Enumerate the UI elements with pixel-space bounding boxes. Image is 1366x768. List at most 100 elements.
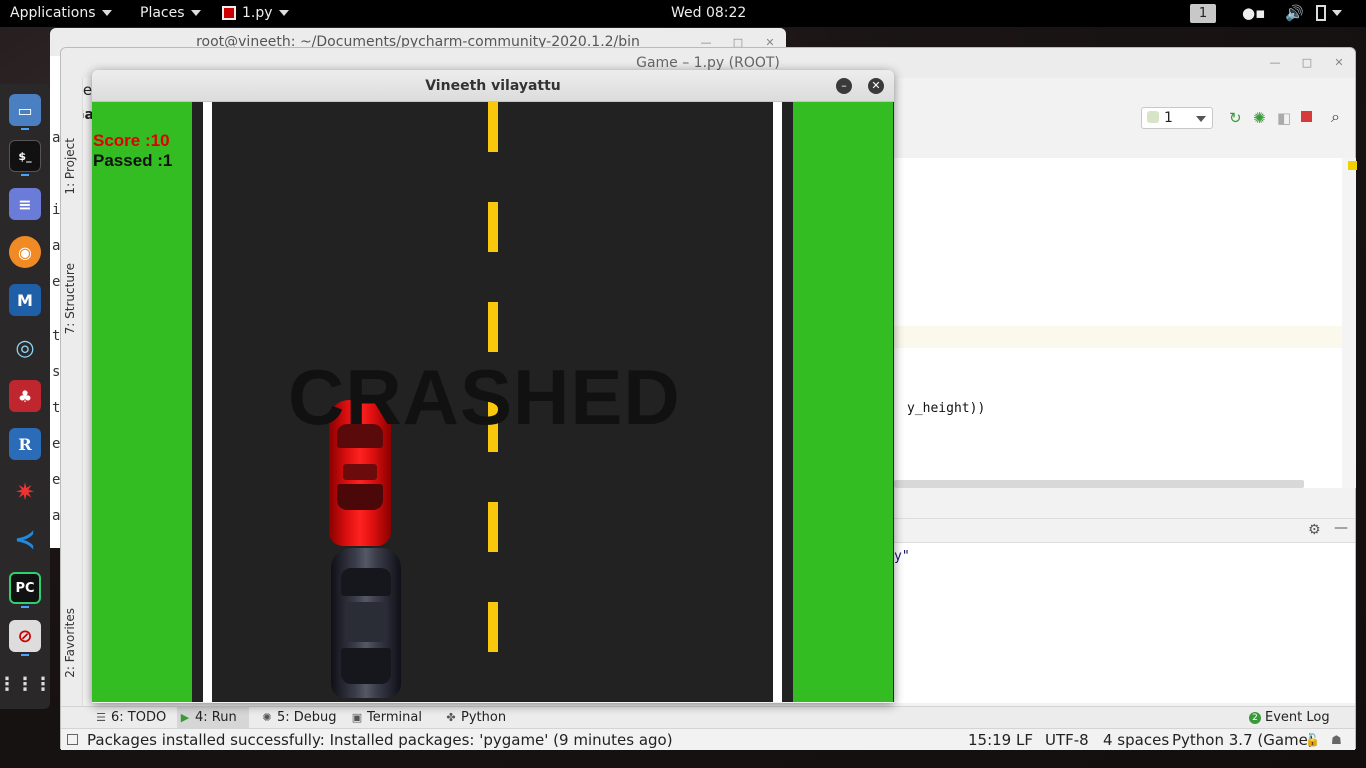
status-bar: Packages installed successfully: Install… [61,728,1355,750]
lane-dash [488,302,498,352]
hide-panel-icon[interactable]: — [1334,520,1348,536]
tab-debug[interactable]: ✺ 5: Debug [259,707,339,729]
places-label: Places [140,5,185,21]
tab-todo-label: 6: TODO [111,710,167,725]
run-config-select[interactable]: 1 [1141,107,1213,129]
vscode-icon[interactable]: ≺ [9,524,41,556]
workspace-indicator[interactable]: 1 [1190,4,1216,23]
chevron-down-icon [190,10,201,16]
stop-icon[interactable] [1301,111,1312,122]
tab-debug-label: 5: Debug [277,710,337,725]
dock: ▭ $_ ≡ ◉ M ◎ ♣ R ✷ ≺ PC ⊘ ⋮⋮⋮ [0,84,52,709]
pycharm-icon[interactable]: PC [9,572,41,604]
inspector-icon[interactable]: ☗ [1331,729,1342,751]
app-icon [222,6,236,20]
files-icon[interactable]: ▭ [9,94,41,126]
lock-icon[interactable]: 🔓 [1305,729,1320,751]
python-console-icon: ✤ [446,711,456,724]
running-indicator [21,174,29,176]
tab-todo[interactable]: ☰ 6: TODO [93,707,175,729]
tab-favorites[interactable]: 2: Favorites [63,608,77,678]
rear-window [341,648,391,684]
eye-icon[interactable]: ◎ [9,332,41,364]
event-log-count: 2 [1249,712,1261,724]
active-app-menu[interactable]: 1.py [222,0,289,27]
lane-dash [488,602,498,652]
tool-window-strip: 1: Project 7: Structure 2: Favorites [61,78,83,706]
rear-window [337,484,383,510]
coverage-icon[interactable]: ◧ [1277,109,1291,127]
cherrytree-icon[interactable]: ♣ [9,380,41,412]
game-titlebar[interactable]: Vineeth vilayattu – ✕ [92,70,894,102]
top-panel: Applications Places 1.py Wed 08:22 1 ●▪ … [0,0,1366,27]
score-label: Score :10 [93,131,170,150]
tab-structure[interactable]: 7: Structure [63,263,77,334]
text-editor-icon[interactable]: ≡ [9,188,41,220]
status-message[interactable]: Packages installed successfully: Install… [87,729,673,751]
applications-label: Applications [10,5,96,21]
chevron-down-icon [101,10,112,16]
gear-icon[interactable]: ⚙ [1308,522,1321,538]
grass-right [793,102,893,702]
places-menu[interactable]: Places [140,0,201,27]
stop-icon[interactable]: ⊘ [9,620,41,652]
grass-left [92,102,192,702]
game-canvas[interactable]: CRASHED Score :10 Passed :1 [92,102,894,702]
terminal-icon[interactable]: $_ [9,140,41,172]
line-separator[interactable]: LF [1016,729,1033,751]
close-icon[interactable]: ✕ [868,78,884,94]
tab-terminal-label: Terminal [367,710,422,725]
battery-icon[interactable] [1316,0,1342,27]
volume-icon[interactable]: 🔊 [1285,0,1304,27]
tab-terminal[interactable]: ▣ Terminal [349,707,429,729]
current-line-highlight [894,326,1342,348]
event-log-tab[interactable]: 2 Event Log [1247,707,1337,729]
close-icon[interactable]: ✕ [1331,55,1347,71]
windshield [341,568,391,596]
debug-icon[interactable]: ✺ [1253,109,1266,127]
video-icon[interactable]: ●▪ [1242,0,1265,27]
lane-dash [488,102,498,152]
tab-run[interactable]: ▶ 4: Run [177,707,249,729]
road-edge-left [203,102,212,702]
event-log-label: Event Log [1265,710,1330,725]
file-encoding[interactable]: UTF-8 [1045,729,1089,751]
lane-dash [488,502,498,552]
metasploit-icon[interactable]: M [9,284,41,316]
horizontal-scrollbar[interactable] [894,480,1304,488]
maltego-icon[interactable]: ✷ [9,476,41,508]
tab-python-console[interactable]: ✤Python Console [443,707,553,747]
app-grid-icon[interactable]: ⋮⋮⋮ [0,668,52,700]
applications-menu[interactable]: Applications [10,0,112,27]
minimize-icon[interactable]: — [1267,55,1283,71]
chevron-down-icon [1196,116,1206,122]
run-icon: ▶ [180,711,190,724]
editor-scrollbar[interactable] [1342,158,1357,488]
crashed-message: CRASHED [288,353,681,441]
toggle-panels-icon[interactable] [67,734,78,745]
bug-icon: ✺ [262,711,272,724]
tab-project[interactable]: 1: Project [63,138,77,195]
minimize-icon[interactable]: – [836,78,852,94]
python-icon [1147,111,1159,123]
run-panel[interactable]: ⚙ — y" [894,518,1355,703]
running-indicator [21,654,29,656]
interpreter-setting[interactable]: Python 3.7 (Game) [1172,729,1314,751]
search-icon[interactable]: ⌕ [1331,107,1340,127]
code-editor[interactable]: y_height)) [894,158,1342,488]
run-output-line: y" [894,549,910,564]
firefox-icon[interactable]: ◉ [9,236,41,268]
r-icon[interactable]: R [9,428,41,460]
list-icon: ☰ [96,711,106,724]
game-window[interactable]: Vineeth vilayattu – ✕ CRASHED Score :10 … [92,70,894,703]
game-title: Vineeth vilayattu [425,78,561,94]
caret-position[interactable]: 15:19 [968,729,1011,751]
main-toolbar: 1 ↻ ✺ ◧ ⌕ [891,103,1355,133]
indent-setting[interactable]: 4 spaces [1103,729,1169,751]
running-indicator [21,128,29,130]
warning-marker-icon [1348,161,1357,170]
clock[interactable]: Wed 08:22 [671,0,746,27]
rerun-icon[interactable]: ↻ [1229,109,1242,127]
chevron-down-icon [1332,10,1342,16]
maximize-icon[interactable]: □ [1299,55,1315,71]
